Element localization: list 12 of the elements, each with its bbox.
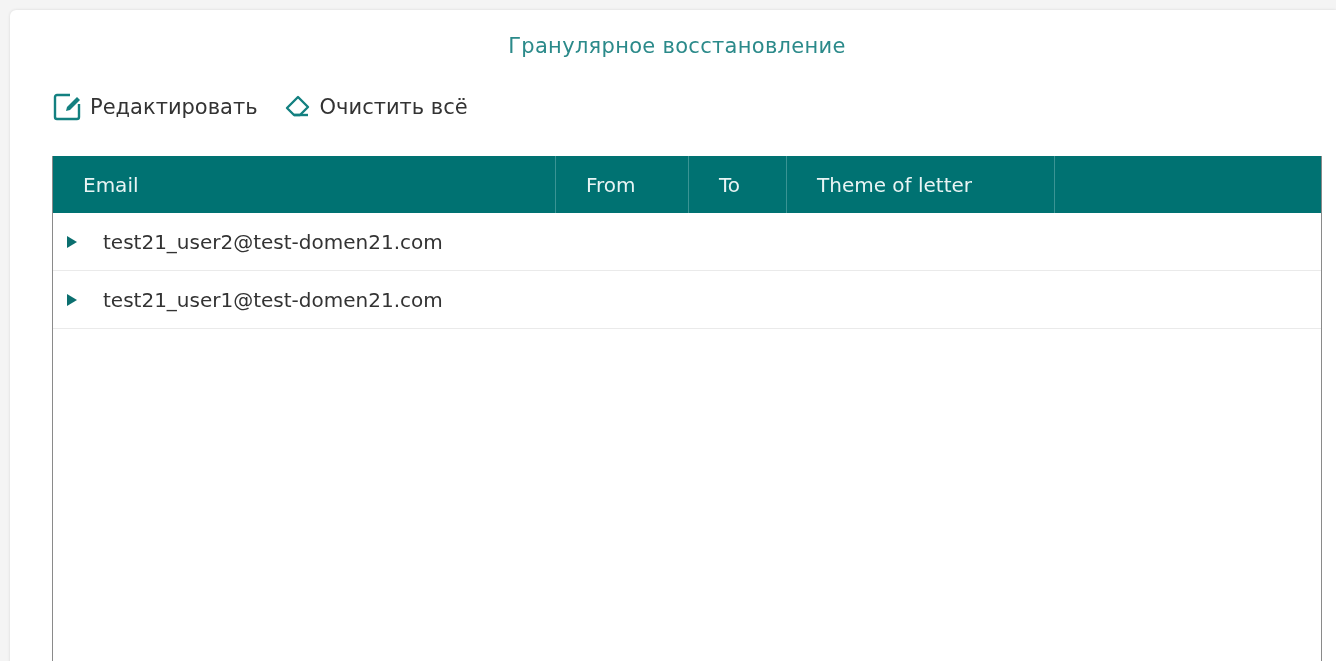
column-header[interactable]: To <box>689 156 787 213</box>
expand-icon[interactable] <box>67 293 77 306</box>
email-cell: test21_user2@test-domen21.com <box>103 229 443 254</box>
edit-icon <box>52 92 82 122</box>
panel-title: Гранулярное восстановление <box>508 34 846 58</box>
clear-button[interactable]: Очистить всё <box>283 93 468 121</box>
column-header[interactable]: Email <box>53 156 556 213</box>
column-header[interactable]: Theme of letter <box>787 156 1055 213</box>
email-cell: test21_user1@test-domen21.com <box>103 287 443 312</box>
column-header[interactable]: From <box>556 156 689 213</box>
expand-icon[interactable] <box>67 235 77 248</box>
edit-button[interactable]: Редактировать <box>52 92 258 122</box>
